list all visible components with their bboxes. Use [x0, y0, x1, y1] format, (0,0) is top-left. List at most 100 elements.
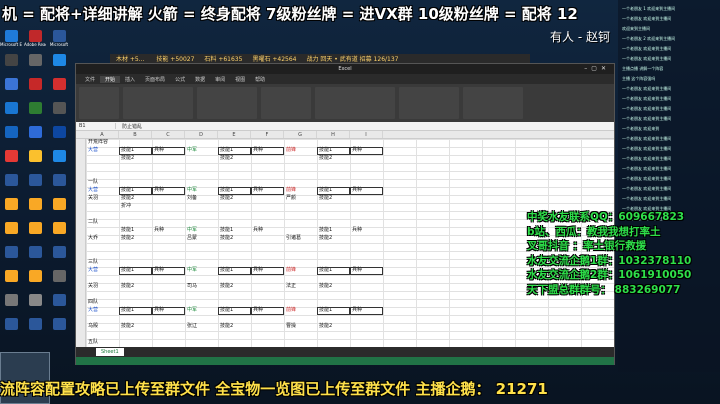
sheet-cell[interactable]: 折冲 [121, 203, 131, 210]
ribbon-tab[interactable]: 页面布局 [140, 76, 170, 83]
sheet-cell[interactable]: 技能2 [220, 283, 233, 290]
sheet-cell[interactable]: 二队 [88, 219, 98, 226]
sheet-cell[interactable]: 兵种 [253, 227, 263, 234]
sheet-cell[interactable]: 四队 [88, 299, 98, 306]
formula-bar[interactable]: B1 防止错乱 [76, 122, 614, 131]
sheet-cell[interactable]: 吕蒙 [187, 235, 197, 242]
desktop-shortcut[interactable] [24, 78, 46, 100]
sheet-cell[interactable]: 技能2 [121, 235, 134, 242]
sheet-cell[interactable]: 中军 [187, 187, 197, 194]
sheet-cell[interactable]: 关羽 [88, 195, 98, 202]
sheet-tab[interactable]: Sheet1 [96, 348, 124, 356]
ribbon-tab[interactable]: 公式 [170, 76, 190, 83]
sheet-cell[interactable]: 大营 [88, 187, 98, 194]
sheet-cell[interactable]: 技能2 [220, 155, 233, 162]
desktop-shortcut[interactable] [48, 54, 70, 76]
desktop-shortcut[interactable] [24, 102, 46, 124]
desktop-shortcut[interactable] [48, 294, 70, 316]
desktop-shortcut[interactable] [24, 246, 46, 268]
sheet-cell[interactable]: 五队 [88, 339, 98, 346]
sheet-cell[interactable]: 中军 [187, 307, 197, 314]
sheet-cell[interactable]: 前锋 [286, 267, 296, 274]
clipboard-group[interactable] [79, 87, 119, 119]
desktop-shortcut[interactable] [48, 150, 70, 172]
sheet-cell[interactable]: 大乔 [88, 235, 98, 242]
ribbon-tab[interactable]: 数据 [190, 76, 210, 83]
sheet-cell[interactable]: 乌殿 [88, 323, 98, 330]
ribbon-tab[interactable]: 视图 [230, 76, 250, 83]
sheet-cell[interactable]: 技能1 [121, 227, 134, 234]
desktop-shortcut[interactable] [0, 174, 22, 196]
sheet-cell[interactable]: 技能2 [121, 155, 134, 162]
column-header[interactable]: H [317, 131, 350, 138]
desktop-shortcut[interactable] [24, 150, 46, 172]
desktop-shortcut[interactable] [0, 150, 22, 172]
column-header[interactable]: D [185, 131, 218, 138]
sheet-cell[interactable]: 技能2 [121, 323, 134, 330]
sheet-cell[interactable]: 技能2 [319, 195, 332, 202]
sheet-cell[interactable]: 中军 [187, 267, 197, 274]
ribbon-tab[interactable]: 审阅 [210, 76, 230, 83]
desktop-shortcut[interactable] [0, 246, 22, 268]
desktop-shortcut[interactable] [48, 102, 70, 124]
column-header[interactable]: C [152, 131, 185, 138]
number-group[interactable] [261, 87, 311, 119]
column-header[interactable]: G [284, 131, 317, 138]
sheet-cell[interactable]: 技能2 [319, 235, 332, 242]
desktop-shortcut[interactable] [24, 318, 46, 340]
desktop-shortcut[interactable] [48, 270, 70, 292]
sheet-cell[interactable]: 一队 [88, 179, 98, 186]
sheet-cell[interactable]: 技能2 [121, 283, 134, 290]
desktop-shortcut[interactable] [48, 246, 70, 268]
sheet-cell[interactable]: 技能2 [220, 235, 233, 242]
sheet-cell[interactable]: 技能2 [220, 323, 233, 330]
desktop-shortcut[interactable] [48, 198, 70, 220]
desktop-shortcut[interactable]: Microsoft [48, 30, 70, 52]
desktop-shortcut[interactable] [0, 318, 22, 340]
name-box[interactable]: B1 [76, 123, 116, 129]
desktop-shortcut[interactable] [0, 270, 22, 292]
column-header[interactable]: A [86, 131, 119, 138]
desktop-shortcut[interactable] [24, 174, 46, 196]
sheet-cell[interactable]: 技能2 [220, 195, 233, 202]
desktop-shortcut[interactable] [0, 54, 22, 76]
desktop-shortcut[interactable] [0, 78, 22, 100]
styles-group[interactable] [315, 87, 395, 119]
desktop-shortcut[interactable] [0, 126, 22, 148]
sheet-cell[interactable]: 张辽 [187, 323, 197, 330]
desktop-shortcut[interactable] [24, 126, 46, 148]
desktop-shortcut[interactable] [48, 174, 70, 196]
sheet-cell[interactable]: 技能2 [121, 195, 134, 202]
sheet-cell[interactable]: 三队 [88, 259, 98, 266]
sheet-cell[interactable]: 中军 [187, 147, 197, 154]
sheet-cell[interactable]: 技能1 [319, 227, 332, 234]
desktop-shortcut[interactable] [48, 222, 70, 244]
desktop-shortcut[interactable] [48, 126, 70, 148]
sheet-cell[interactable]: 前锋 [286, 147, 296, 154]
sheet-cell[interactable]: 中军 [187, 227, 197, 234]
formula-input[interactable]: 防止错乱 [116, 123, 142, 130]
font-group[interactable] [123, 87, 193, 119]
sheet-cell[interactable]: 前锋 [286, 187, 296, 194]
desktop-shortcut[interactable] [24, 54, 46, 76]
desktop-shortcut[interactable] [0, 102, 22, 124]
sheet-cell[interactable]: 大营 [88, 267, 98, 274]
sheet-cell[interactable]: 大营 [88, 307, 98, 314]
sheet-cell[interactable]: 司马 [187, 283, 197, 290]
cells-group[interactable] [399, 87, 459, 119]
desktop-shortcut[interactable] [24, 222, 46, 244]
ribbon-tab[interactable]: 文件 [80, 76, 100, 83]
column-header[interactable]: F [251, 131, 284, 138]
editing-group[interactable] [463, 87, 523, 119]
ribbon-tab[interactable]: 插入 [120, 76, 140, 83]
sheet-cell[interactable]: 曹操 [286, 323, 296, 330]
desktop-shortcut[interactable] [0, 198, 22, 220]
sheet-cell[interactable]: 技能1 [220, 227, 233, 234]
window-controls[interactable]: –▢✕ [584, 64, 610, 74]
sheet-cell[interactable]: 严颜 [286, 195, 296, 202]
desktop-shortcut[interactable] [48, 78, 70, 100]
desktop-shortcut[interactable]: Adobe Reader XI [24, 30, 46, 52]
sheet-cell[interactable]: 法正 [286, 283, 296, 290]
desktop-shortcut[interactable] [0, 222, 22, 244]
sheet-cell[interactable]: 大营 [88, 147, 98, 154]
